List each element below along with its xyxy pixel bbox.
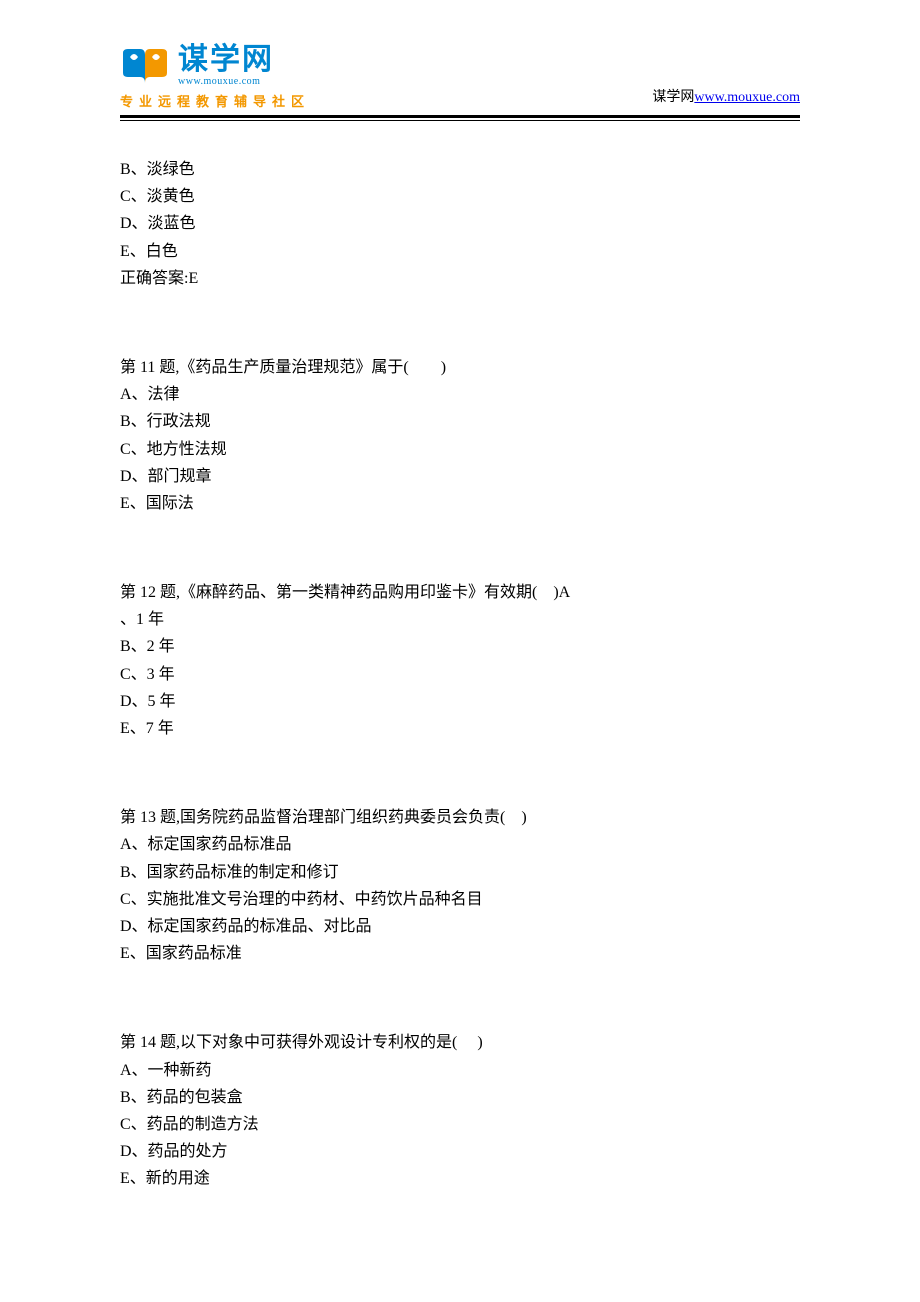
site-label: 谋学网 — [652, 90, 694, 105]
option-line: B、药品的包装盒 — [120, 1084, 800, 1111]
option-line: B、行政法规 — [120, 408, 800, 435]
header-site-link: 谋学网www.mouxue.com — [652, 86, 800, 110]
option-line: C、药品的制造方法 — [120, 1111, 800, 1138]
question-title: 第 11 题,《药品生产质量治理规范》属于( ) — [120, 354, 800, 381]
option-line: E、新的用途 — [120, 1165, 800, 1192]
header-divider-thin — [120, 120, 800, 121]
option-line: A、标定国家药品标准品 — [120, 831, 800, 858]
question-title: 第 13 题,国务院药品监督治理部门组织药典委员会负责( ) — [120, 804, 800, 831]
option-line: D、5 年 — [120, 688, 800, 715]
option-line: D、部门规章 — [120, 463, 800, 490]
logo-block: 谋学网 www.mouxue.com 专业远程教育辅导社区 — [120, 45, 310, 110]
option-line: E、白色 — [120, 238, 800, 265]
option-line: C、3 年 — [120, 661, 800, 688]
partial-question-block: B、淡绿色 C、淡黄色 D、淡蓝色 E、白色 正确答案:E — [120, 156, 800, 292]
logo-url: www.mouxue.com — [178, 77, 274, 87]
option-line: E、国际法 — [120, 490, 800, 517]
option-line: C、实施批准文号治理的中药材、中药饮片品种名目 — [120, 886, 800, 913]
question-title: 第 14 题,以下对象中可获得外观设计专利权的是( ) — [120, 1029, 800, 1056]
question-title: 第 12 题,《麻醉药品、第一类精神药品购用印鉴卡》有效期( )A — [120, 579, 800, 606]
option-line: B、2 年 — [120, 633, 800, 660]
header-divider-thick — [120, 115, 800, 118]
answer-line: 正确答案:E — [120, 265, 800, 292]
option-line: C、地方性法规 — [120, 436, 800, 463]
option-line: 、1 年 — [120, 606, 800, 633]
option-line: D、标定国家药品的标准品、对比品 — [120, 913, 800, 940]
book-logo-icon — [120, 45, 170, 87]
site-url-link[interactable]: www.mouxue.com — [694, 90, 800, 105]
option-line: E、国家药品标准 — [120, 940, 800, 967]
logo-tagline: 专业远程教育辅导社区 — [120, 91, 310, 110]
option-line: C、淡黄色 — [120, 183, 800, 210]
option-line: E、7 年 — [120, 715, 800, 742]
option-line: B、淡绿色 — [120, 156, 800, 183]
question-block: 第 13 题,国务院药品监督治理部门组织药典委员会负责( ) A、标定国家药品标… — [120, 804, 800, 967]
option-line: A、法律 — [120, 381, 800, 408]
logo-title: 谋学网 — [178, 45, 274, 75]
option-line: B、国家药品标准的制定和修订 — [120, 859, 800, 886]
document-content: B、淡绿色 C、淡黄色 D、淡蓝色 E、白色 正确答案:E 第 11 题,《药品… — [120, 156, 800, 1192]
question-block: 第 14 题,以下对象中可获得外观设计专利权的是( ) A、一种新药 B、药品的… — [120, 1029, 800, 1192]
option-line: D、淡蓝色 — [120, 210, 800, 237]
option-line: D、药品的处方 — [120, 1138, 800, 1165]
question-block: 第 11 题,《药品生产质量治理规范》属于( ) A、法律 B、行政法规 C、地… — [120, 354, 800, 517]
option-line: A、一种新药 — [120, 1057, 800, 1084]
page-header: 谋学网 www.mouxue.com 专业远程教育辅导社区 谋学网www.mou… — [120, 45, 800, 115]
question-block: 第 12 题,《麻醉药品、第一类精神药品购用印鉴卡》有效期( )A 、1 年 B… — [120, 579, 800, 742]
